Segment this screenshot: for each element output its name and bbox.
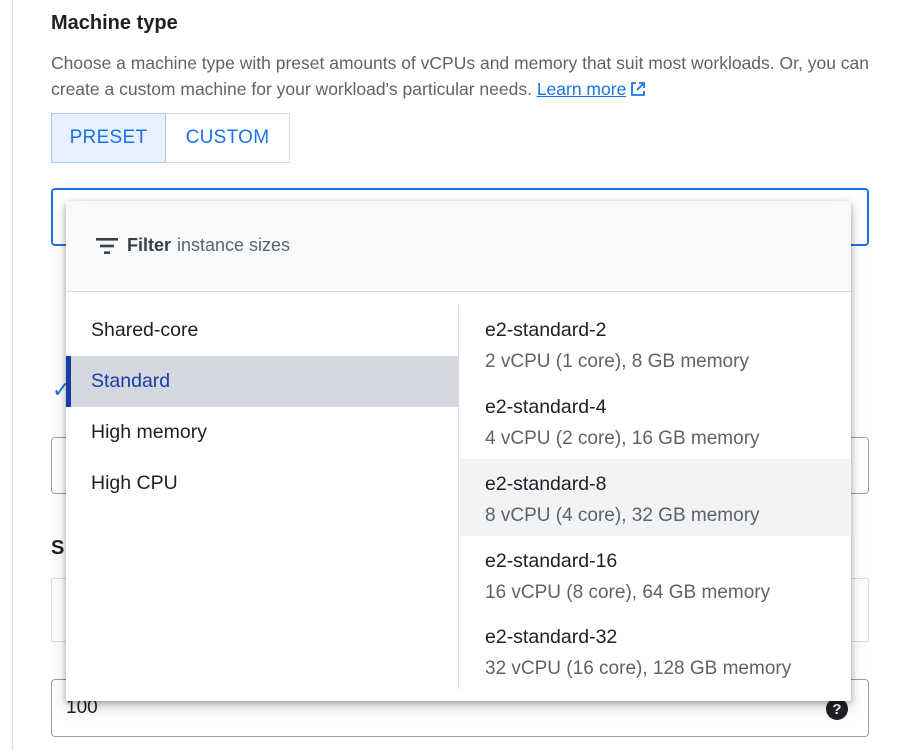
- category-shared-core[interactable]: Shared-core: [66, 305, 458, 356]
- category-high-cpu[interactable]: High CPU: [66, 458, 458, 509]
- option-description: 4 vCPU (2 core), 16 GB memory: [485, 428, 760, 449]
- category-standard[interactable]: Standard: [66, 356, 458, 407]
- filter-label: Filter: [127, 235, 172, 255]
- option-name: e2-standard-2: [485, 319, 607, 341]
- option-e2-standard-16[interactable]: e2-standard-16 16 vCPU (8 core), 64 GB m…: [459, 536, 851, 613]
- filter-icon: [96, 238, 118, 254]
- option-e2-standard-2[interactable]: e2-standard-2 2 vCPU (1 core), 8 GB memo…: [459, 305, 851, 382]
- machine-type-dropdown: Filter instance sizes Shared-core Standa…: [66, 201, 851, 701]
- option-name: e2-standard-4: [485, 396, 607, 418]
- section-title: Machine type: [51, 12, 178, 34]
- filter-input[interactable]: instance sizes: [177, 235, 290, 256]
- section-description: Choose a machine type with preset amount…: [51, 50, 871, 102]
- option-e2-standard-8[interactable]: e2-standard-8 8 vCPU (4 core), 32 GB mem…: [459, 459, 851, 536]
- preset-button[interactable]: PRESET: [51, 113, 166, 163]
- option-name: e2-standard-16: [485, 550, 618, 572]
- machine-type-toggle: PRESET CUSTOM: [51, 113, 290, 163]
- help-icon[interactable]: ?: [826, 698, 848, 720]
- option-description: 8 vCPU (4 core), 32 GB memory: [485, 505, 760, 526]
- option-e2-standard-32[interactable]: e2-standard-32 32 vCPU (16 core), 128 GB…: [459, 612, 851, 689]
- option-description: 16 vCPU (8 core), 64 GB memory: [485, 582, 771, 603]
- option-name: e2-standard-8: [485, 473, 607, 495]
- option-description: 32 vCPU (16 core), 128 GB memory: [485, 658, 792, 679]
- category-high-memory[interactable]: High memory: [66, 407, 458, 458]
- option-e2-standard-4[interactable]: e2-standard-4 4 vCPU (2 core), 16 GB mem…: [459, 382, 851, 459]
- page-left-divider: [12, 0, 13, 750]
- learn-more-link[interactable]: Learn more: [537, 79, 647, 99]
- custom-button[interactable]: CUSTOM: [166, 113, 290, 163]
- option-name: e2-standard-32: [485, 626, 618, 648]
- learn-more-label: Learn more: [536, 79, 627, 99]
- external-link-icon: [631, 82, 646, 96]
- description-text: Choose a machine type with preset amount…: [51, 53, 870, 99]
- background-heading: S: [51, 537, 65, 559]
- option-description: 2 vCPU (1 core), 8 GB memory: [485, 351, 749, 372]
- filter-bar[interactable]: Filter instance sizes: [66, 201, 851, 292]
